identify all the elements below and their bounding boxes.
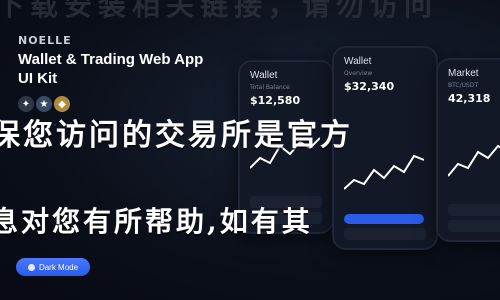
phone-price: 42,318 [448,92,491,105]
overlay-text-line-2: 息对您有所帮助,如有其 [0,205,313,238]
headline: Wallet & Trading Web App UI Kit [18,51,204,87]
top-banner-text: 下载安装相关链接，请勿访问 [0,0,439,22]
phone-balance: $12,580 [250,94,301,107]
brand-name: NOELLE [18,34,72,47]
phone-title: Wallet [250,70,278,81]
overlay-text-line-1: 保您访问的交易所是官方 [0,118,353,153]
phone-subtitle: Total Balance [250,84,290,91]
dark-mode-button[interactable]: Dark Mode [16,258,90,276]
phone-subtitle: BTC/USDT [448,82,479,89]
toggle-dot-icon [27,263,35,271]
phone-title: Market [448,68,479,79]
phone-subtitle: Overview [344,70,373,77]
phone-title: Wallet [344,56,372,67]
phone-balance: $32,340 [344,80,395,93]
dark-mode-button-label: Dark Mode [38,262,79,272]
